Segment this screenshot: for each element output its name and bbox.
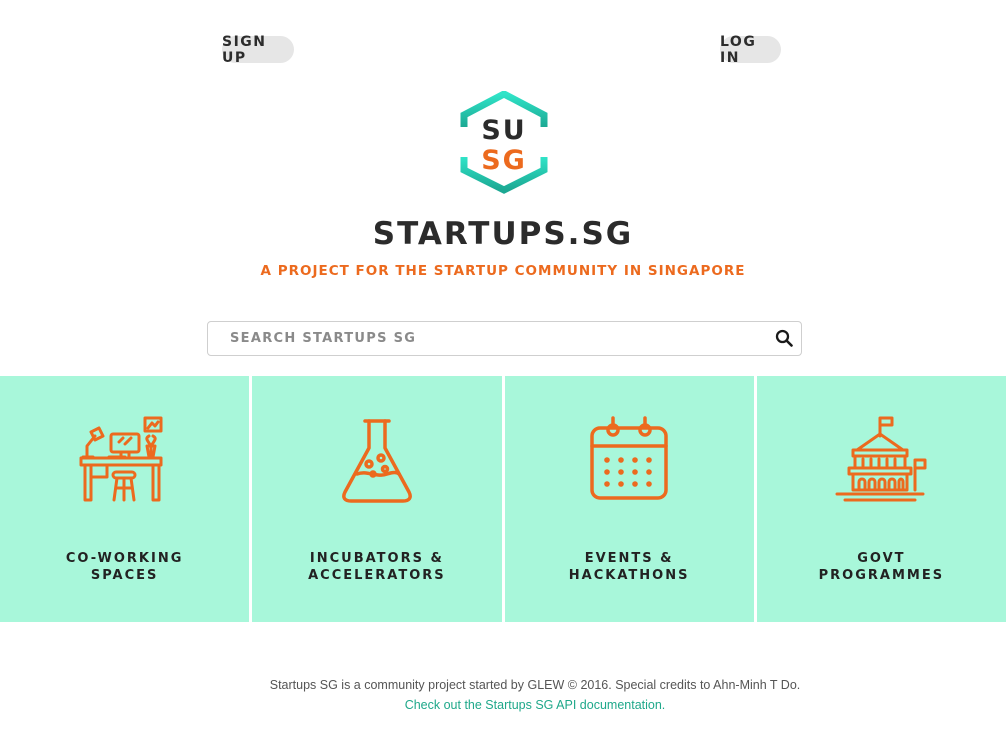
sign-up-button[interactable]: SIGN UP <box>222 34 294 66</box>
site-title: STARTUPS.SG <box>372 216 634 252</box>
search-input[interactable] <box>208 322 768 354</box>
log-in-button[interactable]: LOG IN <box>720 34 781 66</box>
flask-icon <box>341 419 412 503</box>
tile-label-incubators: INCUBATORS & ACCELERATORS <box>252 550 501 584</box>
tile-events-hackathons[interactable]: EVENTS & HACKATHONS <box>504 376 754 622</box>
logo-top-text: SU <box>481 115 526 146</box>
site-tagline: A PROJECT FOR THE STARTUP COMMUNITY IN S… <box>260 263 746 279</box>
api-documentation-link[interactable]: Check out the Startups SG API documentat… <box>0 698 1006 712</box>
tile-label-line1: EVENTS & <box>584 551 674 566</box>
tile-govt-programmes[interactable]: GOVT PROGRAMMES <box>756 376 1006 622</box>
tile-label-line1: GOVT <box>857 551 906 566</box>
category-tiles: CO-WORKING SPACES INCUBATORS & ACCELERAT… <box>0 376 1006 622</box>
tile-label-events: EVENTS & HACKATHONS <box>505 550 754 584</box>
search-bar <box>207 321 802 356</box>
tile-label-govt: GOVT PROGRAMMES <box>757 550 1006 584</box>
tile-label-line2: HACKATHONS <box>568 568 690 583</box>
tile-incubators-accelerators[interactable]: INCUBATORS & ACCELERATORS <box>252 376 502 622</box>
tile-label-line2: PROGRAMMES <box>818 568 945 583</box>
government-building-icon <box>835 416 927 502</box>
search-icon[interactable] <box>775 329 793 347</box>
calendar-icon <box>590 416 668 500</box>
tile-label-coworking: CO-WORKING SPACES <box>0 550 249 584</box>
hexagon-logo-icon[interactable]: SU SG <box>457 91 551 194</box>
desk-workspace-icon <box>79 416 163 502</box>
tile-label-line2: SPACES <box>90 568 159 583</box>
tile-label-line1: INCUBATORS & <box>309 551 444 566</box>
tile-label-line1: CO-WORKING <box>65 551 184 566</box>
footer-credits: Startups SG is a community project start… <box>269 678 801 692</box>
logo-bottom-text: SG <box>481 145 527 176</box>
tile-label-line2: ACCELERATORS <box>308 568 446 583</box>
tile-coworking-spaces[interactable]: CO-WORKING SPACES <box>0 376 250 622</box>
